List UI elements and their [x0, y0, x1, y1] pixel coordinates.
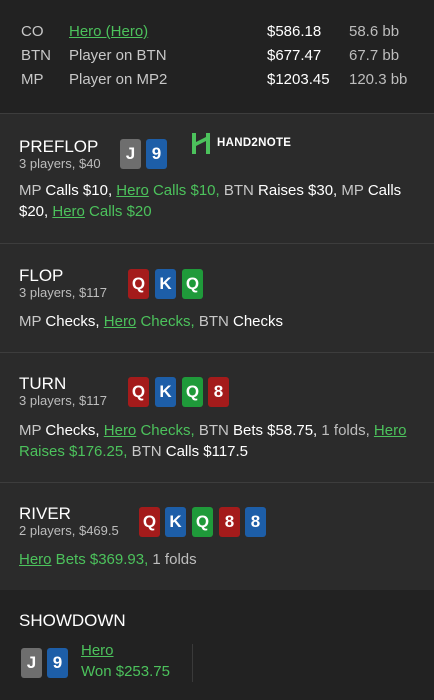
card-spade: J: [21, 648, 42, 678]
card-club: K: [155, 377, 176, 407]
street-title: RIVER: [19, 504, 71, 523]
h2n-logo-icon: [192, 133, 210, 154]
action-line: MP Checks, Hero Checks, BTN Bets $58.75,…: [19, 422, 407, 460]
showdown-panel: SHOWDOWN J 9 Hero Won $253.75: [0, 590, 434, 700]
player-name-hero[interactable]: Hero (Hero): [69, 23, 148, 40]
street-subtitle: 3 players, $117: [19, 393, 107, 408]
divider: [192, 644, 193, 682]
winner-hero-link[interactable]: Hero: [81, 642, 114, 659]
card-diamond: Q: [192, 507, 213, 537]
winner-amount: Won $253.75: [81, 663, 170, 680]
hero-link[interactable]: Hero: [104, 313, 137, 330]
hero-link[interactable]: Hero: [52, 203, 85, 220]
player-stack: $586.18: [267, 23, 322, 40]
card-heart: Q: [139, 507, 160, 537]
action-line: MP Checks, Hero Checks, BTN Checks: [19, 313, 284, 330]
player-position: CO: [21, 23, 44, 40]
card-heart: Q: [128, 269, 149, 299]
card-club: K: [155, 269, 176, 299]
players-panel: CO Hero (Hero) $586.18 58.6 bb BTN Playe…: [0, 0, 434, 113]
card-club: 9: [47, 648, 68, 678]
card-club: 8: [245, 507, 266, 537]
player-row: CO Hero (Hero) $586.18 58.6 bb: [0, 23, 434, 47]
card-spade: J: [120, 139, 141, 169]
hand2note-logo: HAND2NOTE: [190, 132, 300, 156]
street-subtitle: 2 players, $469.5: [19, 523, 119, 538]
player-stack-bb: 67.7 bb: [349, 47, 400, 64]
player-row: MP Player on MP2 $1203.45 120.3 bb: [0, 71, 434, 95]
action-line: MP Calls $10, Hero Calls $10, BTN Raises…: [19, 182, 402, 220]
hero-link[interactable]: Hero: [104, 422, 137, 439]
player-position: MP: [21, 71, 44, 88]
player-name: Player on BTN: [69, 47, 167, 64]
street-title: FLOP: [19, 266, 64, 285]
card-heart: Q: [128, 377, 149, 407]
showdown-title: SHOWDOWN: [19, 611, 126, 630]
street-subtitle: 3 players, $40: [19, 156, 101, 171]
hero-link[interactable]: Hero (Hero): [69, 23, 148, 40]
action-line: Hero Bets $369.93, 1 folds: [19, 551, 197, 568]
card-heart: 8: [208, 377, 229, 407]
player-name: Player on MP2: [69, 71, 168, 88]
card-diamond: Q: [182, 269, 203, 299]
card-diamond: Q: [182, 377, 203, 407]
player-row: BTN Player on BTN $677.47 67.7 bb: [0, 47, 434, 71]
player-stack: $677.47: [267, 47, 322, 64]
card-club: 9: [146, 139, 167, 169]
player-position: BTN: [21, 47, 51, 64]
hero-link[interactable]: Hero: [116, 182, 149, 199]
street-title: TURN: [19, 374, 67, 393]
street-turn: TURN 3 players, $117 Q K Q 8 MP Checks, …: [0, 353, 434, 482]
hero-link[interactable]: Hero: [19, 551, 52, 568]
player-stack-bb: 120.3 bb: [349, 71, 408, 88]
street-flop: FLOP 3 players, $117 Q K Q MP Checks, He…: [0, 244, 434, 352]
card-heart: 8: [219, 507, 240, 537]
street-subtitle: 3 players, $117: [19, 285, 107, 300]
street-title: PREFLOP: [19, 137, 99, 156]
hero-link[interactable]: Hero: [374, 422, 407, 439]
player-stack-bb: 58.6 bb: [349, 23, 400, 40]
logo-text: HAND2NOTE: [217, 137, 292, 149]
street-river: RIVER 2 players, $469.5 Q K Q 8 8 Hero B…: [0, 483, 434, 590]
player-stack: $1203.45: [267, 71, 330, 88]
card-club: K: [165, 507, 186, 537]
